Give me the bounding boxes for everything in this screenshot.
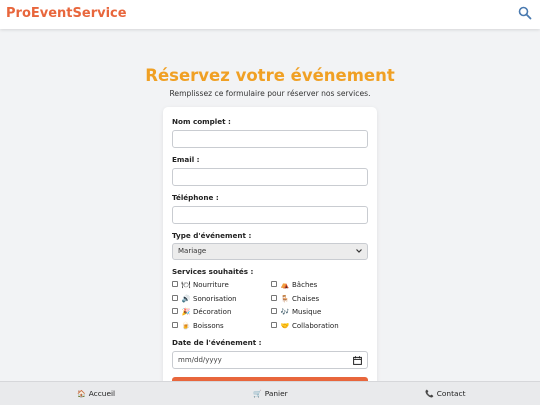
party-icon: 🎉 [181, 308, 191, 316]
email-label: Email : [172, 155, 200, 164]
event-date-field[interactable]: mm/dd/yyyy [172, 351, 368, 369]
event-date-label: Date de l'événement : [172, 338, 262, 347]
nav-cart[interactable]: 🛒 Panier [253, 389, 288, 398]
page-subtitle: Remplissez ce formulaire pour réserver n… [169, 89, 371, 98]
event-date-placeholder: mm/dd/yyyy [178, 356, 222, 364]
service-checkbox[interactable] [271, 295, 277, 301]
service-option-boissons[interactable]: 🍺 Boissons [172, 322, 224, 330]
phone-label: Téléphone : [172, 193, 219, 202]
service-option-chaises[interactable]: 🪑 Chaises [271, 295, 319, 303]
calendar-icon[interactable] [353, 356, 362, 365]
service-option-sonorisation[interactable]: 🔊 Sonorisation [172, 295, 237, 303]
service-checkbox[interactable] [271, 281, 277, 287]
nav-contact-label: Contact [436, 389, 466, 398]
chevron-down-icon [356, 249, 362, 253]
service-option-musique[interactable]: 🎶 Musique [271, 308, 321, 316]
page-title: Réservez votre événement [145, 66, 395, 85]
service-checkbox[interactable] [271, 308, 277, 314]
service-option-nourriture[interactable]: 🍽 Nourriture [172, 281, 229, 289]
nav-cart-label: Panier [264, 389, 288, 398]
event-type-label: Type d'événement : [172, 231, 252, 240]
service-label: Bâches [292, 281, 318, 289]
service-label: Sonorisation [193, 295, 237, 303]
cart-icon: 🛒 [253, 390, 262, 398]
services-label: Services souhaités : [172, 267, 254, 276]
event-type-select[interactable]: Mariage [172, 243, 368, 260]
phone-field[interactable] [172, 206, 368, 224]
service-checkbox[interactable] [172, 322, 178, 328]
home-icon: 🏠 [77, 390, 86, 398]
service-option-baches[interactable]: ⛺ Bâches [271, 281, 317, 289]
name-field[interactable] [172, 130, 368, 148]
tent-icon: ⛺ [280, 281, 290, 289]
utensils-icon: 🍽 [181, 281, 191, 289]
service-label: Boissons [193, 322, 224, 330]
service-checkbox[interactable] [172, 308, 178, 314]
bottom-nav: 🏠 Accueil 🛒 Panier 📞 Contact [0, 381, 540, 405]
nav-home[interactable]: 🏠 Accueil [77, 389, 115, 398]
chair-icon: 🪑 [280, 295, 290, 303]
search-icon[interactable] [518, 6, 532, 20]
service-label: Collaboration [292, 322, 339, 330]
service-checkbox[interactable] [172, 295, 178, 301]
nav-home-label: Accueil [88, 389, 116, 398]
service-checkbox[interactable] [271, 322, 277, 328]
service-label: Musique [292, 308, 322, 316]
drink-icon: 🍺 [181, 322, 191, 330]
service-checkbox[interactable] [172, 281, 178, 287]
service-label: Décoration [193, 308, 232, 316]
service-option-collaboration[interactable]: 🤝 Collaboration [271, 322, 339, 330]
top-bar: ProEventService [0, 0, 540, 29]
service-label: Chaises [292, 295, 320, 303]
service-option-decoration[interactable]: 🎉 Décoration [172, 308, 231, 316]
email-field[interactable] [172, 168, 368, 186]
phone-icon: 📞 [425, 390, 434, 398]
event-type-selected: Mariage [178, 247, 207, 255]
handshake-icon: 🤝 [280, 322, 290, 330]
speaker-icon: 🔊 [181, 295, 191, 303]
name-label: Nom complet : [172, 117, 231, 126]
music-icon: 🎶 [280, 308, 290, 316]
nav-contact[interactable]: 📞 Contact [425, 389, 465, 398]
service-label: Nourriture [193, 281, 229, 289]
brand-logo[interactable]: ProEventService [6, 6, 127, 21]
